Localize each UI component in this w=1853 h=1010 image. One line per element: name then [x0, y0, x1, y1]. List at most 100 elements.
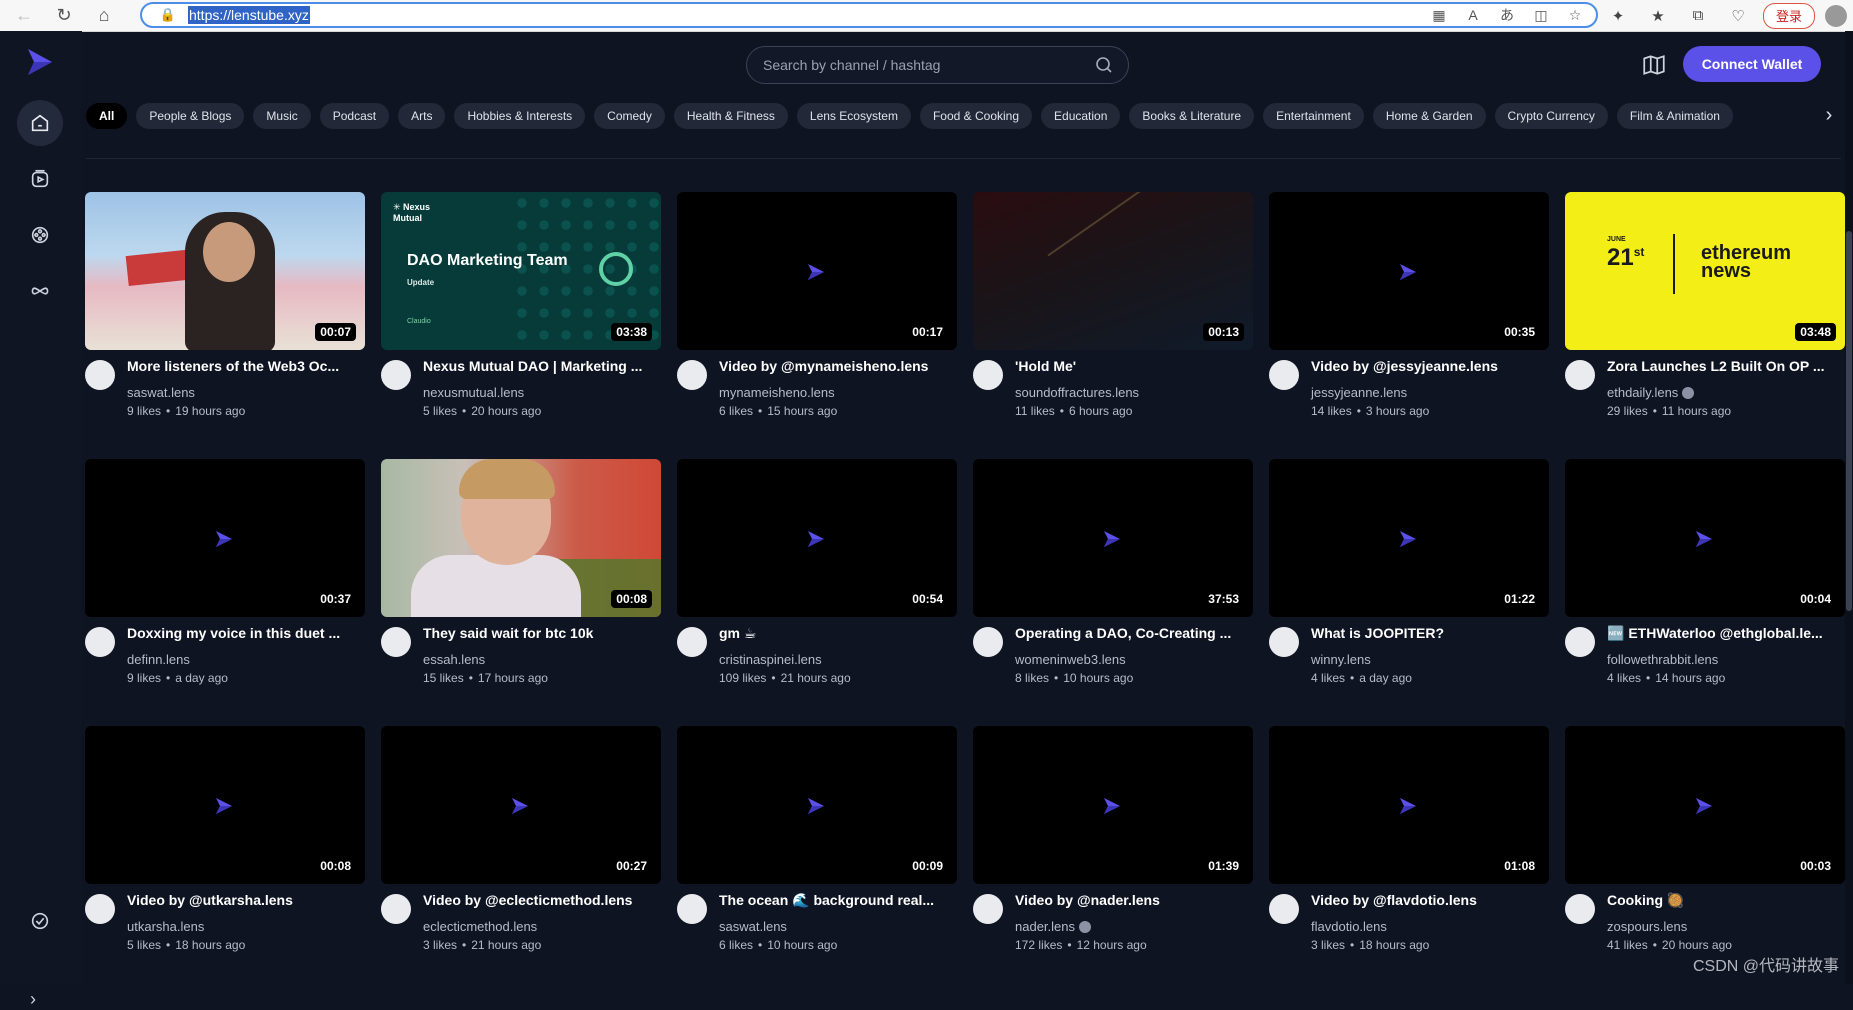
channel-label[interactable]: saswat.lens [719, 919, 787, 934]
channel-avatar[interactable] [1269, 360, 1299, 390]
category-chip[interactable]: Health & Fitness [673, 103, 788, 129]
category-chip[interactable]: Film & Animation [1616, 103, 1733, 129]
video-card[interactable]: 00:08 They said wait for btc 10k essah.len… [381, 459, 661, 726]
channel-avatar[interactable] [677, 627, 707, 657]
channel-avatar[interactable] [85, 360, 115, 390]
video-card[interactable]: 37:53 Operating a DAO, Co-Creating ... wom… [973, 459, 1253, 726]
channel-label[interactable]: jessyjeanne.lens [1311, 385, 1407, 400]
channel-avatar[interactable] [85, 894, 115, 924]
video-title[interactable]: Video by @eclecticmethod.lens [423, 892, 659, 908]
translate-icon[interactable]: あ [1496, 5, 1518, 25]
video-thumbnail[interactable]: JUNE 21st ethereum news 03:48 [1565, 192, 1845, 350]
channel-label[interactable]: utkarsha.lens [127, 919, 204, 934]
channel-label[interactable]: saswat.lens [127, 385, 195, 400]
video-card[interactable]: 00:54 gm ☕ cristinaspinei.lens 109 likes • 21… [677, 459, 957, 726]
channel-label[interactable]: nexusmutual.lens [423, 385, 524, 400]
channel-label[interactable]: eclecticmethod.lens [423, 919, 537, 934]
video-thumbnail[interactable]: 00:07 [85, 192, 365, 350]
video-title[interactable]: Video by @mynameisheno.lens [719, 358, 955, 374]
video-thumbnail[interactable]: 00:04 [1565, 459, 1845, 617]
channel-label[interactable]: soundoffractures.lens [1015, 385, 1139, 400]
video-thumbnail[interactable]: 00:37 [85, 459, 365, 617]
read-aloud-icon[interactable]: A [1462, 7, 1484, 23]
channel-avatar[interactable] [1565, 627, 1595, 657]
video-thumbnail[interactable]: 00:09 [677, 726, 957, 884]
video-card[interactable]: 00:08 Video by @utkarsha.lens utkarsha.len… [85, 726, 365, 993]
channel-avatar[interactable] [973, 894, 1003, 924]
video-title[interactable]: Video by @nader.lens [1015, 892, 1251, 908]
channel-name[interactable]: definn.lens [127, 652, 190, 667]
video-thumbnail[interactable]: 00:35 [1269, 192, 1549, 350]
channel-name[interactable]: mynameisheno.lens [719, 385, 835, 400]
video-card[interactable]: 00:09 The ocean 🌊 background real... saswa… [677, 726, 957, 993]
category-chip[interactable]: All [86, 103, 128, 129]
channel-avatar[interactable] [677, 360, 707, 390]
address-bar[interactable]: 🔒 https://lenstube.xyz ▦ A あ ◫ ☆ [140, 2, 1598, 28]
back-icon[interactable]: ← [8, 2, 40, 30]
expand-sidebar-icon[interactable]: › [30, 989, 50, 1009]
explore-nav-icon[interactable] [17, 212, 63, 258]
video-card[interactable]: 00:07 More listeners of the Web3 Oc... sas… [85, 192, 365, 459]
lenstube-logo[interactable] [26, 47, 54, 77]
qr-icon[interactable]: ▦ [1428, 7, 1450, 24]
category-chip[interactable]: Podcast [319, 103, 390, 129]
channel-label[interactable]: winny.lens [1311, 652, 1371, 667]
video-title[interactable]: They said wait for btc 10k [423, 625, 659, 641]
book-icon[interactable] [1641, 52, 1667, 78]
channel-name[interactable]: nexusmutual.lens [423, 385, 524, 400]
video-thumbnail[interactable]: 01:22 [1269, 459, 1549, 617]
category-chip[interactable]: Music [253, 103, 311, 129]
channel-avatar[interactable] [973, 360, 1003, 390]
channel-name[interactable]: saswat.lens [127, 385, 195, 400]
category-chip[interactable]: Education [1041, 103, 1121, 129]
channel-label[interactable]: followethrabbit.lens [1607, 652, 1718, 667]
category-chip[interactable]: People & Blogs [136, 103, 245, 129]
home-nav-icon[interactable] [17, 100, 63, 146]
sun-moon-icon[interactable] [17, 898, 63, 944]
videos-nav-icon[interactable] [17, 156, 63, 202]
video-card[interactable]: JUNE 21st ethereum news 03:48 Zora Launches L… [1565, 192, 1845, 459]
channel-label[interactable]: mynameisheno.lens [719, 385, 835, 400]
channel-name[interactable]: followethrabbit.lens [1607, 652, 1718, 667]
reload-icon[interactable]: ↻ [48, 2, 80, 30]
category-chip[interactable]: Entertainment [1263, 103, 1364, 129]
category-chip[interactable]: Lens Ecosystem [796, 103, 911, 129]
video-card[interactable]: 00:04 🆕 ETHWaterloo @ethglobal.le... follo… [1565, 459, 1845, 726]
channel-name[interactable]: jessyjeanne.lens [1311, 385, 1407, 400]
url-text[interactable]: https://lenstube.xyz [188, 6, 310, 24]
video-card[interactable]: 01:22 What is JOOPITER? winny.lens 4 likes •… [1269, 459, 1549, 726]
video-thumbnail[interactable]: 00:08 [381, 459, 661, 617]
video-thumbnail[interactable]: 01:08 [1269, 726, 1549, 884]
channel-avatar[interactable] [85, 627, 115, 657]
video-card[interactable]: 00:37 Doxxing my voice in this duet ... de… [85, 459, 365, 726]
profile-avatar[interactable] [1825, 4, 1847, 27]
video-title[interactable]: gm ☕ [719, 625, 955, 642]
video-card[interactable]: 00:27 Video by @eclecticmethod.lens eclect… [381, 726, 661, 993]
connect-wallet-button[interactable]: Connect Wallet [1683, 46, 1821, 82]
channel-name[interactable]: soundoffractures.lens [1015, 385, 1139, 400]
channel-avatar[interactable] [1565, 894, 1595, 924]
video-thumbnail[interactable]: 00:27 [381, 726, 661, 884]
video-title[interactable]: The ocean 🌊 background real... [719, 892, 955, 909]
video-title[interactable]: Zora Launches L2 Built On OP ... [1607, 358, 1843, 374]
video-card[interactable]: 01:39 Video by @nader.lens nader.lens 172 l… [973, 726, 1253, 993]
split-screen-icon[interactable]: ◫ [1530, 7, 1552, 24]
category-chip[interactable]: Home & Garden [1372, 103, 1486, 129]
category-chip[interactable]: Books & Literature [1129, 103, 1255, 129]
video-card[interactable]: 01:08 Video by @flavdotio.lens flavdotio.l… [1269, 726, 1549, 993]
category-chip[interactable]: Arts [398, 103, 446, 129]
channel-avatar[interactable] [381, 360, 411, 390]
channel-name[interactable]: ethdaily.lens [1607, 385, 1695, 400]
favorites-icon[interactable]: ★ [1643, 7, 1673, 25]
video-thumbnail[interactable]: 01:39 [973, 726, 1253, 884]
channel-name[interactable]: cristinaspinei.lens [719, 652, 822, 667]
channel-label[interactable]: essah.lens [423, 652, 485, 667]
video-title[interactable]: Video by @utkarsha.lens [127, 892, 363, 908]
login-button[interactable]: 登录 [1762, 2, 1815, 29]
video-thumbnail[interactable]: 00:54 [677, 459, 957, 617]
video-thumbnail[interactable]: ✳ Nexus Mutual DAO Marketing Team Update Cla… [381, 192, 661, 350]
video-title[interactable]: 'Hold Me' [1015, 358, 1251, 374]
scrollbar[interactable] [1845, 31, 1853, 984]
home-icon[interactable]: ⌂ [88, 2, 120, 30]
category-chip[interactable]: Food & Cooking [919, 103, 1033, 129]
